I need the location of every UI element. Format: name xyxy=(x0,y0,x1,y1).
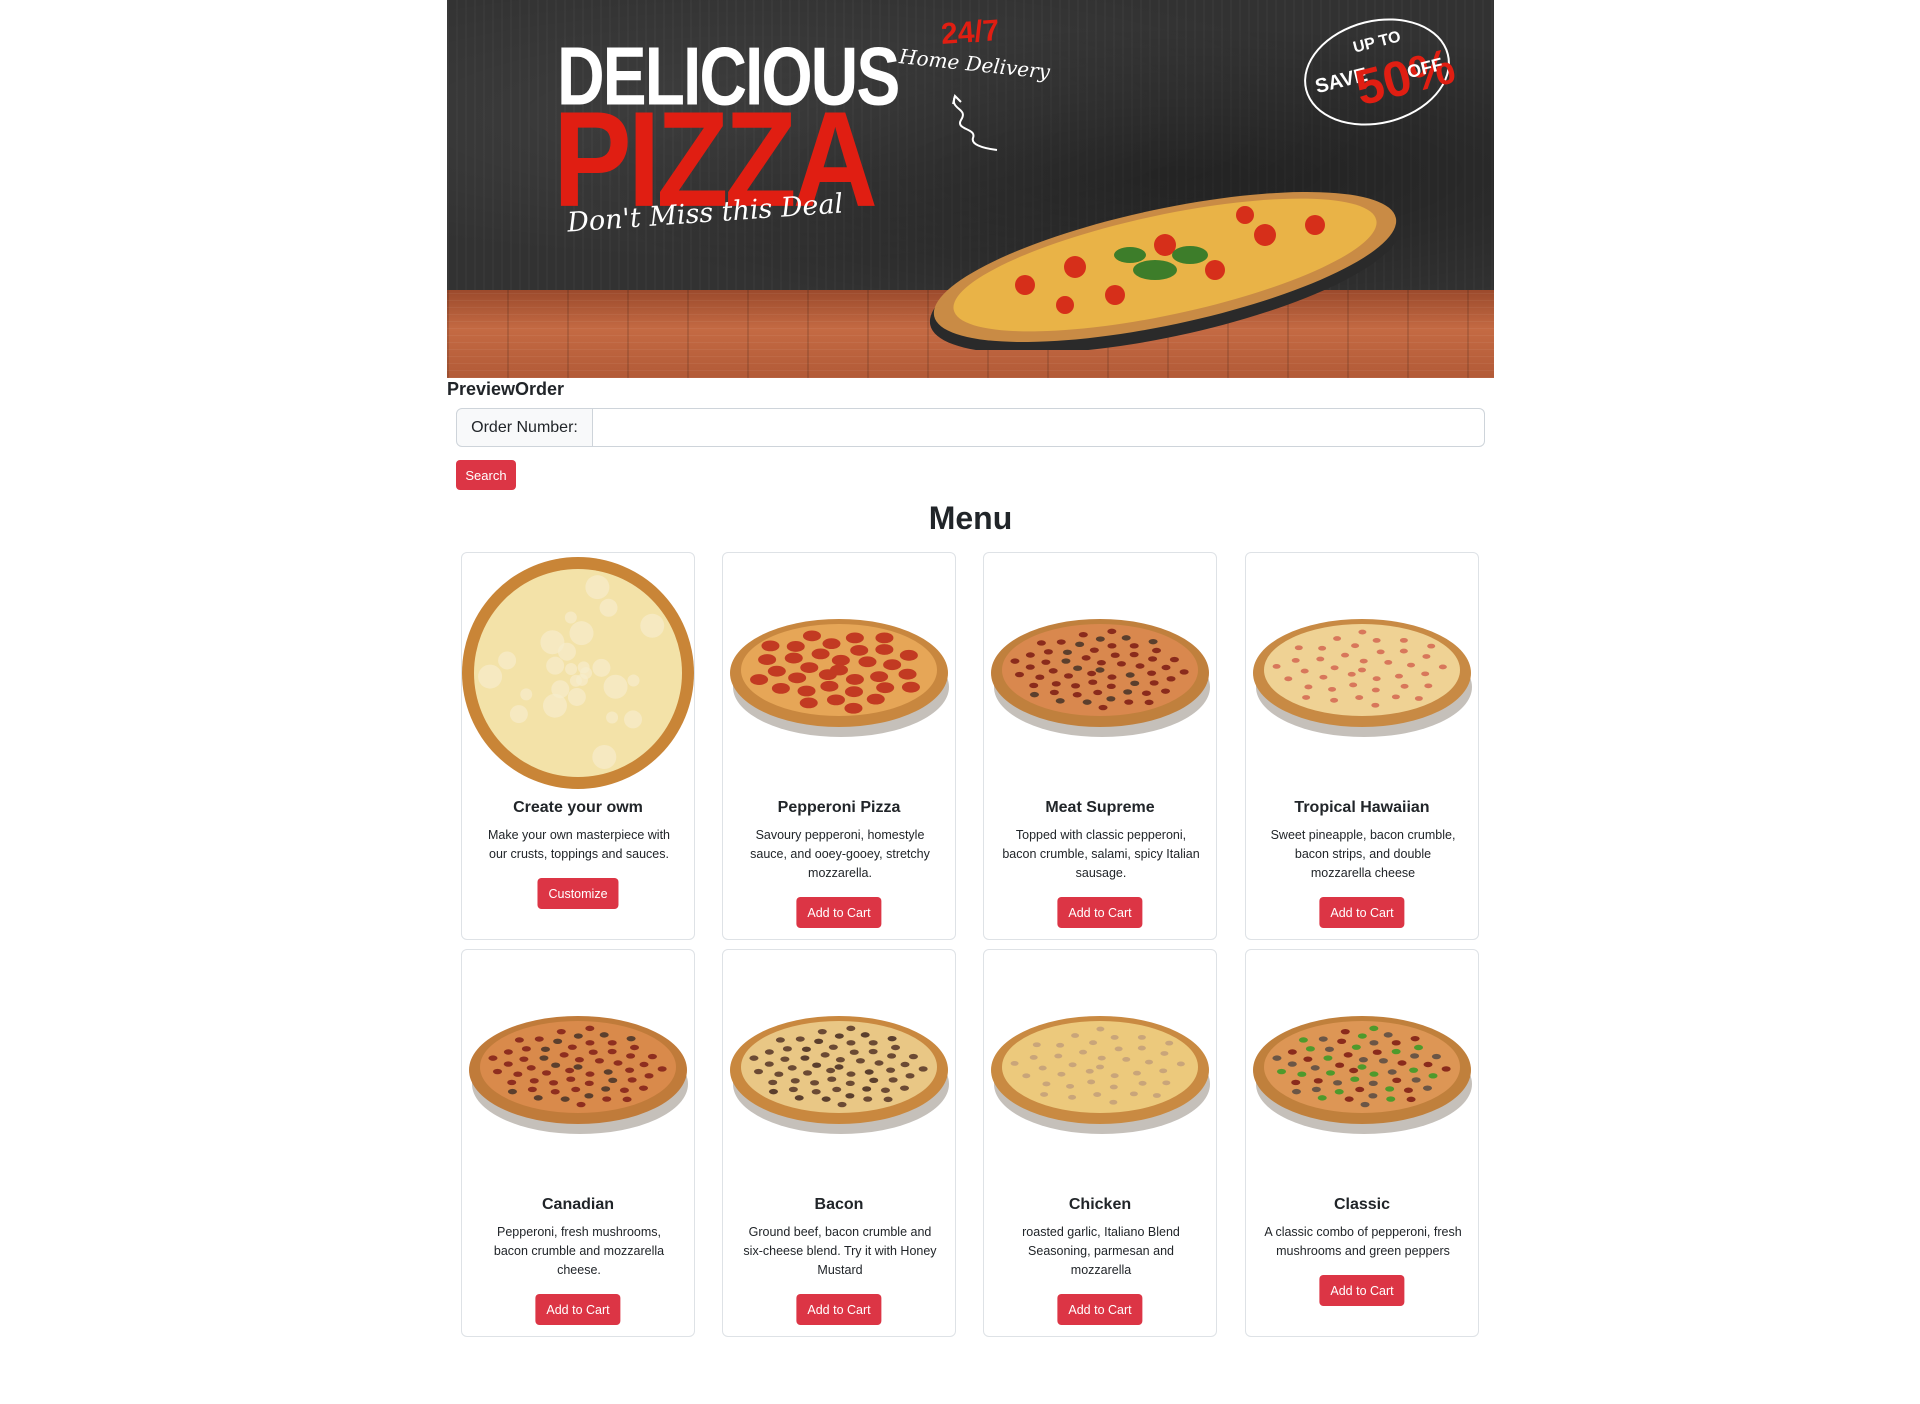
card-title: Canadian xyxy=(541,1196,614,1213)
card-description: Ground beef, bacon crumble and six-chees… xyxy=(743,1225,937,1277)
card-image xyxy=(462,553,694,793)
page: DELICIOUS PIZZA Don't Miss this Deal 24/… xyxy=(447,0,1494,1337)
menu-card: Chicken roasted garlic, Italiano Blend Se… xyxy=(983,949,1217,1337)
card-image xyxy=(1246,950,1478,1190)
pizza-image xyxy=(730,619,949,737)
hero-banner: DELICIOUS PIZZA Don't Miss this Deal 24/… xyxy=(447,0,1494,378)
card-title: Chicken xyxy=(1068,1196,1132,1213)
pizza-image xyxy=(1253,619,1472,737)
add-to-cart-button[interactable]: Add to Cart xyxy=(1057,897,1143,928)
pizza-image xyxy=(991,619,1210,737)
card-image xyxy=(723,553,955,793)
card-description: Topped with classic pepperoni, bacon cru… xyxy=(1002,828,1200,880)
menu-card: Classic A classic combo of pepperoni, fre… xyxy=(1245,949,1479,1337)
add-to-cart-button[interactable]: Add to Cart xyxy=(1319,897,1405,928)
card-image xyxy=(1246,553,1478,793)
add-to-cart-button[interactable]: Add to Cart xyxy=(796,1294,882,1325)
menu-card: Canadian Pepperoni, fresh mushrooms, baco… xyxy=(461,949,695,1337)
order-number-group: Order Number: xyxy=(456,408,1485,447)
menu-card: Meat Supreme Topped with classic pepperon… xyxy=(983,552,1217,940)
card-description: A classic combo of pepperoni, fresh mush… xyxy=(1264,1225,1462,1258)
card-title: Classic xyxy=(1333,1196,1391,1213)
add-to-cart-button[interactable]: Add to Cart xyxy=(535,1294,621,1325)
card-description: Sweet pineapple, bacon crumble, bacon st… xyxy=(1270,828,1456,880)
card-image xyxy=(984,950,1216,1190)
pizza-image xyxy=(991,1016,1210,1134)
pizza-image xyxy=(1253,1016,1472,1134)
pizza-image xyxy=(469,1016,688,1134)
card-description: Pepperoni, fresh mushrooms, bacon crumbl… xyxy=(493,1225,665,1277)
card-description: roasted garlic, Italiano Blend Seasoning… xyxy=(1022,1225,1180,1277)
card-image xyxy=(723,950,955,1190)
add-to-cart-button[interactable]: Add to Cart xyxy=(1057,1294,1143,1325)
card-title: Pepperoni Pizza xyxy=(777,799,901,816)
pizza-image xyxy=(730,1016,949,1134)
card-title: Create your owm xyxy=(513,799,643,816)
card-image xyxy=(984,553,1216,793)
order-number-label: Order Number: xyxy=(456,408,593,447)
preview-order-title: PreviewOrder xyxy=(447,379,565,399)
banner-hours: 24/7 xyxy=(939,14,1001,51)
card-image xyxy=(462,950,694,1190)
menu-title: Menu xyxy=(928,500,1013,536)
card-description: Make your own masterpiece with our crust… xyxy=(487,828,671,861)
menu-card: Pepperoni Pizza Savoury pepperoni, homest… xyxy=(722,552,956,940)
card-description: Savoury pepperoni, homestyle sauce, and … xyxy=(750,828,930,880)
menu-card: Bacon Ground beef, bacon crumble and six-… xyxy=(722,949,956,1337)
order-number-input[interactable] xyxy=(593,408,1485,447)
pizza-image xyxy=(462,557,694,789)
curly-arrow-icon xyxy=(952,94,998,151)
card-title: Meat Supreme xyxy=(1045,799,1155,816)
card-title: Bacon xyxy=(814,1196,864,1213)
menu-card: Create your owm Make your own masterpiece… xyxy=(461,552,695,940)
promo-badge: UP TO SAVE 50% OFF xyxy=(1292,3,1462,141)
banner-pizza-image xyxy=(929,191,1401,350)
add-to-cart-button[interactable]: Add to Cart xyxy=(1319,1275,1405,1306)
customize-button[interactable]: Customize xyxy=(537,878,619,909)
menu-card: Tropical Hawaiian Sweet pineapple, bacon … xyxy=(1245,552,1479,940)
add-to-cart-button[interactable]: Add to Cart xyxy=(796,897,882,928)
search-button[interactable]: Search xyxy=(456,460,516,490)
card-title: Tropical Hawaiian xyxy=(1294,799,1430,816)
